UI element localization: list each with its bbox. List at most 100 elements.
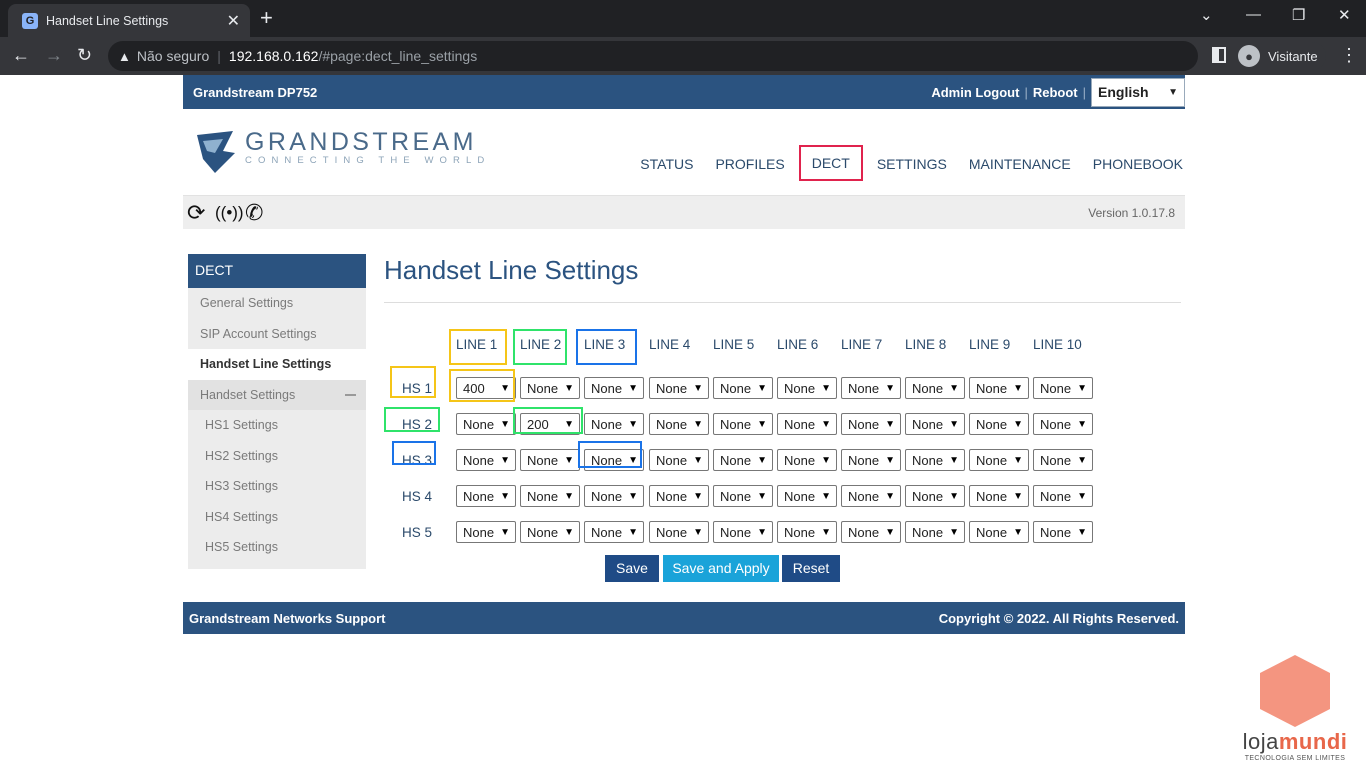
line-select-hs3-line3[interactable]: None ▼	[584, 449, 644, 471]
line-select-hs3-line5[interactable]: None ▼	[713, 449, 773, 471]
nav-dect[interactable]: DECT	[798, 145, 863, 181]
nav-status[interactable]: STATUS	[640, 147, 693, 181]
grandstream-logo[interactable]: GRANDSTREAM CONNECTING THE WORLD	[193, 129, 490, 175]
line-select-hs2-line10[interactable]: None ▼	[1033, 413, 1093, 435]
line-select-hs3-line8[interactable]: None ▼	[905, 449, 965, 471]
sidebar-item-handset-line[interactable]: Handset Line Settings	[188, 349, 366, 380]
line-select-hs3-line4[interactable]: None ▼	[649, 449, 709, 471]
line-select-hs5-line10[interactable]: None ▼	[1033, 521, 1093, 543]
tab-close-icon[interactable]: ✕	[227, 11, 240, 31]
language-select[interactable]: English ▼	[1091, 77, 1185, 107]
language-value: English	[1098, 84, 1149, 100]
line-select-hs2-line5[interactable]: None ▼	[713, 413, 773, 435]
chevron-down-icon: ▼	[1013, 418, 1023, 430]
line-select-hs3-line1[interactable]: None ▼	[456, 449, 516, 471]
line-header-6: LINE 6	[777, 337, 819, 352]
line-select-hs1-line2[interactable]: None ▼	[520, 377, 580, 399]
select-value: None	[656, 380, 688, 396]
minimize-icon[interactable]: —	[1246, 6, 1261, 23]
chevron-down-icon: ▼	[693, 526, 703, 538]
sidebar-item-hs2[interactable]: HS2 Settings	[188, 441, 366, 472]
sidebar-item-hs4[interactable]: HS4 Settings	[188, 502, 366, 533]
line-select-hs1-line1[interactable]: 400 ▼	[456, 377, 516, 399]
line-select-hs2-line9[interactable]: None ▼	[969, 413, 1029, 435]
restore-icon[interactable]: ❐	[1292, 6, 1305, 24]
sidebar-item-sip[interactable]: SIP Account Settings	[188, 319, 366, 350]
antenna-icon[interactable]: ((•))	[215, 203, 244, 223]
line-select-hs4-line4[interactable]: None ▼	[649, 485, 709, 507]
line-select-hs4-line7[interactable]: None ▼	[841, 485, 901, 507]
window-close-icon[interactable]: ✕	[1338, 6, 1351, 24]
chevron-down-icon: ▼	[1013, 526, 1023, 538]
new-tab-icon[interactable]: +	[260, 5, 273, 31]
browser-tab[interactable]: G Handset Line Settings ✕	[8, 4, 250, 37]
profile-button[interactable]: ● Visitante	[1238, 42, 1326, 70]
line-select-hs1-line5[interactable]: None ▼	[713, 377, 773, 399]
line-select-hs1-line3[interactable]: None ▼	[584, 377, 644, 399]
line-select-hs1-line4[interactable]: None ▼	[649, 377, 709, 399]
nav-maintenance[interactable]: MAINTENANCE	[969, 147, 1071, 181]
line-select-hs4-line10[interactable]: None ▼	[1033, 485, 1093, 507]
line-select-hs3-line7[interactable]: None ▼	[841, 449, 901, 471]
line-select-hs1-line6[interactable]: None ▼	[777, 377, 837, 399]
line-select-hs5-line9[interactable]: None ▼	[969, 521, 1029, 543]
line-select-hs5-line7[interactable]: None ▼	[841, 521, 901, 543]
reload-icon[interactable]: ↻	[77, 45, 92, 66]
line-select-hs2-line2[interactable]: 200 ▼	[520, 413, 580, 435]
line-select-hs1-line7[interactable]: None ▼	[841, 377, 901, 399]
line-select-hs3-line2[interactable]: None ▼	[520, 449, 580, 471]
refresh-icon[interactable]: ⟳	[187, 200, 205, 226]
line-select-hs4-line6[interactable]: None ▼	[777, 485, 837, 507]
line-select-hs5-line8[interactable]: None ▼	[905, 521, 965, 543]
line-select-hs4-line5[interactable]: None ▼	[713, 485, 773, 507]
line-select-hs3-line6[interactable]: None ▼	[777, 449, 837, 471]
nav-settings[interactable]: SETTINGS	[877, 147, 947, 181]
line-select-hs1-line10[interactable]: None ▼	[1033, 377, 1093, 399]
admin-logout-link[interactable]: Admin Logout	[931, 85, 1019, 100]
line-select-hs5-line2[interactable]: None ▼	[520, 521, 580, 543]
line-select-hs2-line6[interactable]: None ▼	[777, 413, 837, 435]
reset-button[interactable]: Reset	[782, 555, 840, 582]
reboot-link[interactable]: Reboot	[1033, 85, 1078, 100]
line-select-hs5-line6[interactable]: None ▼	[777, 521, 837, 543]
menu-icon[interactable]: ⋮	[1340, 45, 1358, 66]
sidebar-group-handset-settings[interactable]: Handset Settings	[188, 379, 366, 410]
line-select-hs3-line9[interactable]: None ▼	[969, 449, 1029, 471]
sidebar-item-general[interactable]: General Settings	[188, 288, 366, 319]
line-select-hs5-line1[interactable]: None ▼	[456, 521, 516, 543]
sidebar-item-hs3[interactable]: HS3 Settings	[188, 471, 366, 502]
line-select-hs1-line8[interactable]: None ▼	[905, 377, 965, 399]
address-bar[interactable]: ▲ Não seguro | 192.168.0.162 /#page:dect…	[108, 41, 1198, 71]
chevron-down-icon: ▼	[628, 526, 638, 538]
line-select-hs1-line9[interactable]: None ▼	[969, 377, 1029, 399]
line-select-hs4-line1[interactable]: None ▼	[456, 485, 516, 507]
nav-profiles[interactable]: PROFILES	[715, 147, 784, 181]
line-select-hs5-line5[interactable]: None ▼	[713, 521, 773, 543]
collapse-icon[interactable]	[345, 393, 356, 396]
line-select-hs4-line2[interactable]: None ▼	[520, 485, 580, 507]
save-button[interactable]: Save	[605, 555, 659, 582]
line-select-hs4-line8[interactable]: None ▼	[905, 485, 965, 507]
phone-icon[interactable]: ✆	[245, 200, 263, 226]
nav-phonebook[interactable]: PHONEBOOK	[1093, 147, 1183, 181]
line-select-hs2-line4[interactable]: None ▼	[649, 413, 709, 435]
line-select-hs5-line3[interactable]: None ▼	[584, 521, 644, 543]
line-select-hs2-line7[interactable]: None ▼	[841, 413, 901, 435]
line-select-hs4-line9[interactable]: None ▼	[969, 485, 1029, 507]
chevron-down-icon: ▼	[1168, 86, 1178, 98]
back-icon[interactable]: ←	[12, 45, 30, 66]
support-link[interactable]: Grandstream Networks Support	[189, 611, 386, 626]
forward-icon[interactable]: →	[45, 45, 63, 66]
sidebar-item-hs1[interactable]: HS1 Settings	[188, 410, 366, 441]
side-panel-icon[interactable]	[1212, 47, 1226, 63]
line-select-hs2-line3[interactable]: None ▼	[584, 413, 644, 435]
line-select-hs2-line1[interactable]: None ▼	[456, 413, 516, 435]
line-select-hs5-line4[interactable]: None ▼	[649, 521, 709, 543]
save-and-apply-button[interactable]: Save and Apply	[663, 555, 779, 582]
tab-search-icon[interactable]: ⌄	[1200, 6, 1213, 24]
line-select-hs3-line10[interactable]: None ▼	[1033, 449, 1093, 471]
sidebar-item-hs5[interactable]: HS5 Settings	[188, 532, 366, 563]
main-nav: STATUS PROFILES DECT SETTINGS MAINTENANC…	[618, 145, 1183, 181]
line-select-hs4-line3[interactable]: None ▼	[584, 485, 644, 507]
line-select-hs2-line8[interactable]: None ▼	[905, 413, 965, 435]
